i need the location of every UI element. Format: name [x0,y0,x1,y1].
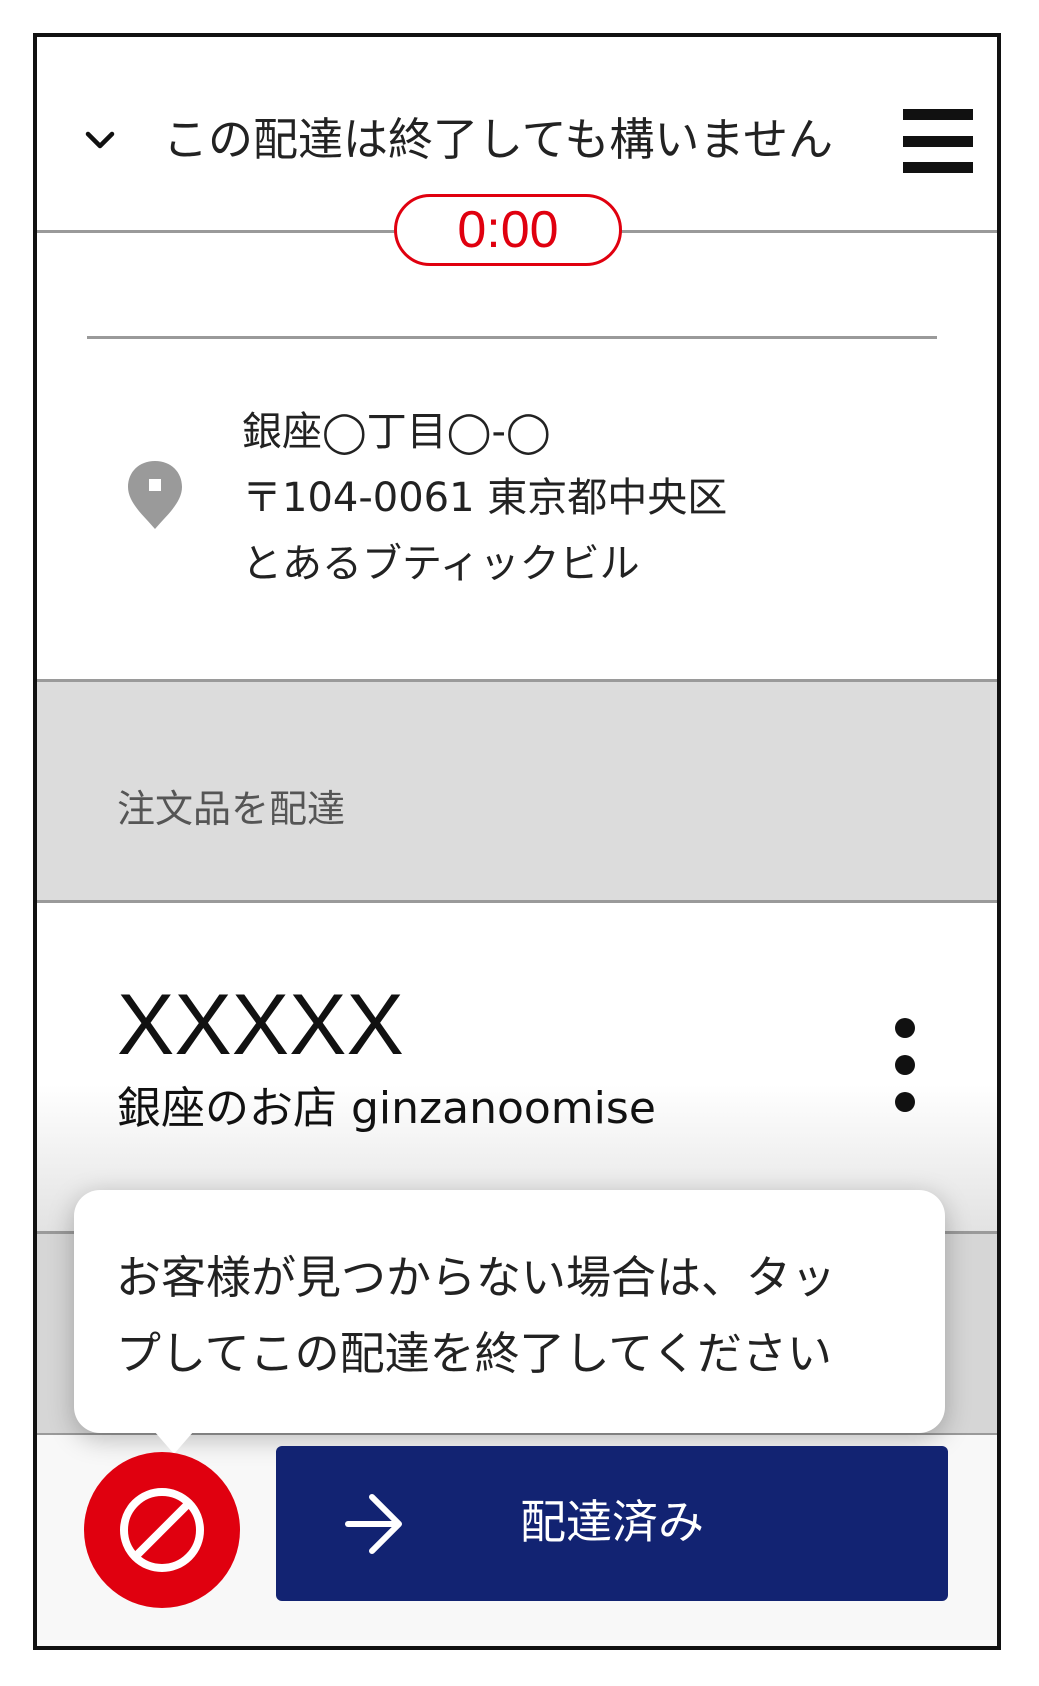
more-vertical-icon[interactable] [893,1018,917,1114]
timer-badge: 0:00 [394,194,622,266]
address-line-1: 銀座◯丁目◯-◯ [242,409,551,455]
arrow-right-icon [345,1494,402,1554]
store-name: 銀座のお店 ginzanoomise [117,1083,656,1134]
order-card: XXXXX 銀座のお店 ginzanoomise [37,903,997,1233]
tooltip-line-2: プしてこの配達を終了してください [116,1327,832,1380]
no-entry-icon [120,1488,204,1572]
delivered-button[interactable]: 配達済み [276,1446,948,1601]
divider [37,679,997,682]
tooltip-tail [148,1424,200,1454]
order-id: XXXXX [117,977,404,1073]
section-header: 注文品を配達 [37,682,997,900]
address-line-2: 〒104-0061 東京都中央区 [242,475,728,521]
page-title: この配達は終了しても構いません [163,113,834,166]
delivered-label: 配達済み [520,1495,704,1549]
hamburger-menu-icon[interactable] [903,109,973,173]
section-label: 注文品を配達 [117,787,346,831]
end-delivery-button[interactable] [84,1452,240,1608]
location-pin-icon [128,461,182,529]
address-block: 銀座◯丁目◯-◯ 〒104-0061 東京都中央区 とあるブティックビル [37,339,997,682]
help-tooltip: お客様が見つからない場合は、タッ プしてこの配達を終了してください [74,1190,945,1454]
chevron-down-icon[interactable] [83,125,117,155]
address-line-3: とあるブティックビル [242,541,640,587]
tooltip-line-1: お客様が見つからない場合は、タッ [116,1251,837,1304]
